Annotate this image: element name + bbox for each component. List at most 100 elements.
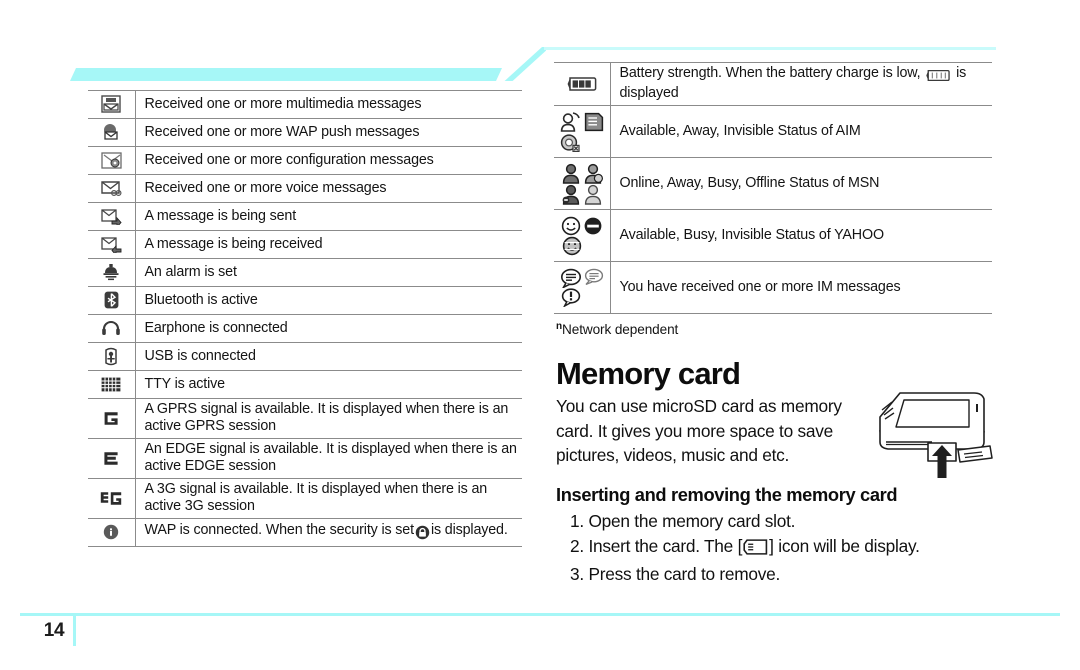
- row-description: Online, Away, Busy, Offline Status of MS…: [610, 157, 992, 210]
- aim-status-icons: [554, 105, 611, 158]
- memory-card-body: You can use microSD card as memory card.…: [556, 396, 842, 465]
- row-description-before: Battery strength. When the battery charg…: [619, 65, 921, 81]
- msn-away-icon: [583, 163, 603, 184]
- table-row: Received one or more WAP push messages: [88, 118, 522, 147]
- phone-memory-card-insert-illustration: [866, 386, 994, 480]
- alarm-icon: [88, 258, 136, 287]
- row-description: A GPRS signal is available. It is displa…: [135, 398, 522, 439]
- table-row: Online, Away, Busy, Offline Status of MS…: [554, 157, 992, 210]
- step-text: Open the memory card slot.: [588, 511, 796, 531]
- footer-rule: [20, 613, 1060, 616]
- msn-online-icon: [561, 163, 581, 184]
- table-row: Bluetooth is active: [88, 286, 522, 315]
- status-icon-table-right: Battery strength. When the battery charg…: [554, 62, 992, 314]
- table-row: Available, Away, Invisible Status of AIM: [554, 105, 992, 158]
- yahoo-status-icons: [554, 209, 611, 262]
- step-text-after: ] icon will be display.: [769, 536, 920, 556]
- row-description: A message is being received: [135, 230, 522, 259]
- page-title: Memory card: [556, 356, 741, 391]
- table-row: USB is connected: [88, 342, 522, 371]
- yahoo-invisible-icon: [562, 236, 582, 256]
- earphone-icon: [88, 314, 136, 343]
- row-description: TTY is active: [135, 370, 522, 399]
- step-number: 1.: [570, 511, 584, 531]
- table-row: An EDGE signal is available. It is displ…: [88, 438, 522, 479]
- table-row: Available, Busy, Invisible Status of YAH…: [554, 209, 992, 262]
- voice-message-icon: [88, 174, 136, 203]
- row-description: Available, Busy, Invisible Status of YAH…: [610, 209, 992, 262]
- wap-connected-icon: [88, 518, 136, 547]
- table-row: Battery strength. When the battery charg…: [554, 62, 992, 106]
- row-description: WAP is connected. When the security is s…: [135, 518, 522, 547]
- row-description: Available, Away, Invisible Status of AIM: [610, 105, 992, 158]
- table-row: Received one or more configuration messa…: [88, 146, 522, 175]
- manual-page: Received one or more multimedia messages…: [0, 0, 1080, 670]
- wap-push-message-icon: [88, 118, 136, 147]
- mms-envelope-icon: [88, 90, 136, 119]
- table-row: Received one or more voice messages: [88, 174, 522, 203]
- table-row: WAP is connected. When the security is s…: [88, 518, 522, 547]
- msn-offline-icon: [583, 184, 603, 205]
- header-accent-line: [544, 47, 996, 50]
- step-text: Press the card to remove.: [588, 564, 781, 584]
- three-g-icon: [88, 478, 136, 519]
- row-description: A 3G signal is available. It is displaye…: [135, 478, 522, 519]
- tty-icon: [88, 370, 136, 399]
- table-row: A message is being received: [88, 230, 522, 259]
- configuration-message-icon: [88, 146, 136, 175]
- table-row: Earphone is connected: [88, 314, 522, 343]
- row-description: Received one or more multimedia messages: [135, 90, 522, 119]
- table-row: Received one or more multimedia messages: [88, 90, 522, 119]
- battery-low-icon: [925, 68, 951, 85]
- table-row: You have received one or more IM message…: [554, 261, 992, 314]
- row-description: Battery strength. When the battery charg…: [610, 62, 992, 106]
- list-item: 3. Press the card to remove.: [570, 562, 990, 587]
- bluetooth-icon: [88, 286, 136, 315]
- step-number: 2.: [570, 536, 584, 556]
- memory-card-steps: 1. Open the memory card slot. 2. Insert …: [570, 509, 990, 587]
- im-chat-bubble-small-icon: [584, 268, 604, 288]
- row-description: You have received one or more IM message…: [610, 261, 992, 314]
- yahoo-available-icon: [561, 216, 581, 236]
- header-accent-riser: [498, 47, 546, 81]
- edge-icon: [88, 438, 136, 479]
- header-accent-band: [70, 68, 502, 81]
- table-row: A 3G signal is available. It is displaye…: [88, 478, 522, 519]
- aim-invisible-icon: [560, 133, 581, 152]
- im-chat-bubble-icon: [560, 268, 582, 288]
- row-description: USB is connected: [135, 342, 522, 371]
- footer-tick: [73, 613, 76, 646]
- table-row: TTY is active: [88, 370, 522, 399]
- gprs-icon: [88, 398, 136, 439]
- list-item: 2. Insert the card. The [ ] icon will be…: [570, 534, 990, 562]
- msn-status-icons: [554, 157, 611, 210]
- yahoo-busy-icon: [583, 216, 603, 236]
- aim-away-icon: [584, 112, 604, 133]
- row-description: Bluetooth is active: [135, 286, 522, 315]
- list-item: 1. Open the memory card slot.: [570, 509, 990, 534]
- im-alert-bubble-icon: [561, 288, 581, 307]
- wap-lock-icon: [415, 525, 430, 542]
- msn-busy-icon: [561, 184, 581, 205]
- status-icon-table-left: Received one or more multimedia messages…: [88, 90, 522, 547]
- table-row: A message is being sent: [88, 202, 522, 231]
- usb-icon: [88, 342, 136, 371]
- row-description-after: is displayed.: [430, 522, 508, 538]
- im-message-icons: [554, 261, 611, 314]
- table-row: An alarm is set: [88, 258, 522, 287]
- footnote-text: Network dependent: [562, 322, 679, 337]
- step-text-before: Insert the card. The [: [588, 536, 743, 556]
- message-receiving-icon: [88, 230, 136, 259]
- row-description: A message is being sent: [135, 202, 522, 231]
- aim-available-icon: [560, 111, 582, 133]
- battery-icon: [554, 62, 611, 106]
- memory-card-icon: [743, 537, 768, 562]
- row-description: Received one or more voice messages: [135, 174, 522, 203]
- row-description: Earphone is connected: [135, 314, 522, 343]
- message-sending-icon: [88, 202, 136, 231]
- section-subheading: Inserting and removing the memory card: [556, 484, 898, 505]
- row-description: Received one or more WAP push messages: [135, 118, 522, 147]
- network-dependent-footnote: nNetwork dependent: [556, 321, 678, 337]
- step-number: 3.: [570, 564, 584, 584]
- table-row: A GPRS signal is available. It is displa…: [88, 398, 522, 439]
